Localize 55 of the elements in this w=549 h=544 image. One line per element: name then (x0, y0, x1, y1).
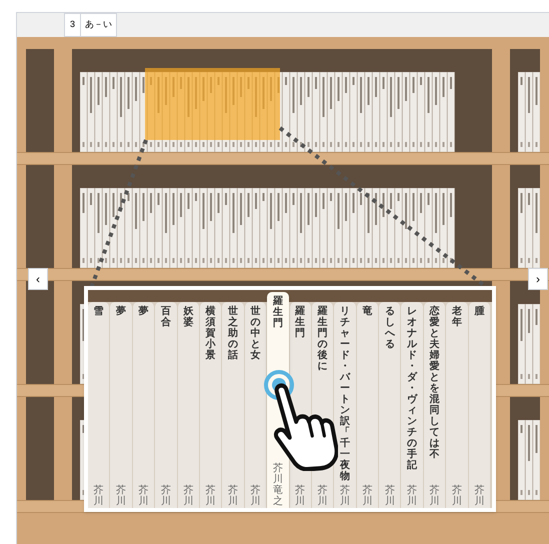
previous-button[interactable]: ‹ (28, 268, 48, 290)
book-spine[interactable]: 百合 芥川 (155, 302, 177, 508)
book-author: 芥川 (228, 485, 238, 507)
book-author: 芥川 (183, 485, 194, 507)
book-spine[interactable]: 夢 芥川 (132, 302, 154, 508)
book-title: 竜 (362, 306, 372, 317)
range-tab[interactable]: あ－い (81, 13, 117, 37)
book-title: るしへる (384, 306, 395, 350)
book-author: 芥川 (295, 485, 306, 507)
book-author: 芥川 (407, 485, 418, 507)
book-title: 腫 (474, 306, 484, 317)
book-spine[interactable]: 竜 芥川 (356, 302, 378, 508)
book-author: 芥川 (474, 485, 484, 507)
book-spine[interactable]: 妖婆 芥川 (178, 302, 199, 508)
book-title: レオナルド・ダ・ヴィンチの手記 (407, 306, 418, 471)
book-title: 横須賀小景 (206, 306, 216, 361)
book-author: 芥川 (340, 485, 350, 507)
book-spine[interactable]: 老年 芥川 (446, 302, 468, 508)
book-title: 世の中と女 (250, 306, 260, 361)
book-author: 芥川 (250, 485, 260, 507)
book-spine[interactable]: 恋愛と夫婦愛とを混同しては不 芥川 (424, 302, 446, 508)
book-author: 芥川 (362, 485, 372, 507)
book-author: 芥川 (452, 485, 462, 507)
book-spine[interactable]: 横須賀小景 芥川 (200, 302, 222, 508)
book-title: 百合 (160, 306, 171, 328)
page-number[interactable]: 3 (64, 13, 81, 37)
book-title: 羅生門 (272, 296, 283, 329)
book-spine[interactable]: レオナルド・ダ・ヴィンチの手記 芥川 (401, 302, 423, 508)
book-title: 雪 (94, 306, 104, 317)
book-title: 世之助の話 (228, 306, 238, 361)
book-author: 芥川 (160, 485, 171, 507)
book-title: リチャード・バートン訳「千一夜物 (340, 306, 350, 482)
book-title: 恋愛と夫婦愛とを混同しては不 (430, 306, 440, 460)
book-author: 芥川 (430, 485, 440, 507)
book-title: 羅生門 (295, 306, 306, 339)
book-title: 夢 (116, 306, 126, 317)
book-title: 老年 (452, 306, 462, 328)
book-title: 夢 (138, 306, 148, 317)
book-author: 芥川 (318, 485, 328, 507)
book-spine[interactable]: るしへる 芥川 (379, 302, 400, 508)
book-author: 芥川 (384, 485, 395, 507)
book-title: 羅生門の後に (318, 306, 328, 372)
book-spine[interactable]: 世の中と女 芥川 (244, 302, 266, 508)
book-author: 芥川 (206, 485, 216, 507)
book-author: 芥川 (116, 485, 126, 507)
book-title: 妖婆 (183, 306, 194, 328)
book-spine[interactable]: リチャード・バートン訳「千一夜物 芥川 (334, 302, 356, 508)
next-button[interactable]: › (528, 268, 548, 290)
book-author: 芥川竜之 (272, 463, 283, 507)
book-spine[interactable]: 腫 芥川 (468, 302, 490, 508)
book-spine[interactable]: 夢 芥川 (110, 302, 132, 508)
book-author: 芥川 (94, 485, 104, 507)
book-author: 芥川 (138, 485, 148, 507)
book-spine[interactable]: 世之助の話 芥川 (222, 302, 244, 508)
book-spine[interactable]: 雪 芥川 (88, 302, 110, 508)
